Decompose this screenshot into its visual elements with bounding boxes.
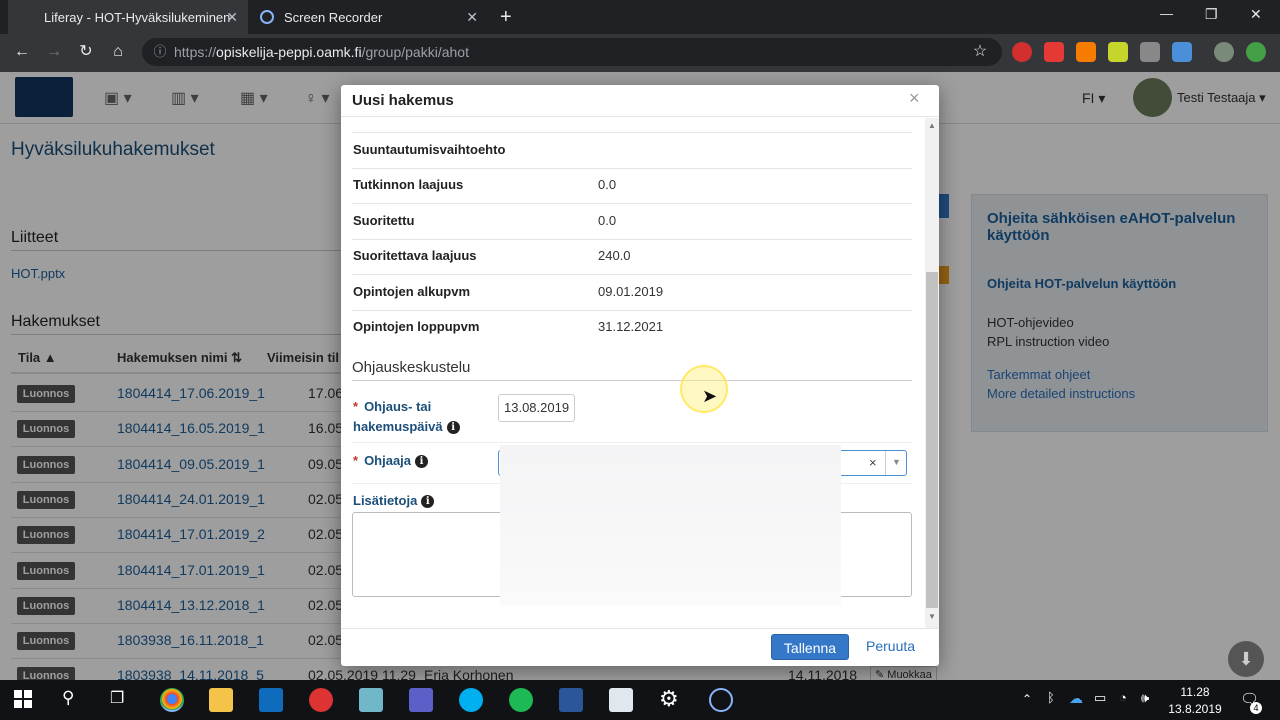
adblock-icon[interactable] bbox=[1012, 42, 1032, 62]
section-heading: Ohjauskeskustelu bbox=[352, 359, 471, 376]
mouse-cursor-icon: ➤ bbox=[702, 386, 718, 406]
clock[interactable]: 11.28 13.8.2019 bbox=[1168, 684, 1222, 718]
spotify-icon[interactable] bbox=[509, 688, 533, 712]
url-prefix: https:// bbox=[174, 44, 217, 60]
extra-info-label: Lisätietoja i bbox=[353, 493, 435, 509]
task-view-icon[interactable]: ❐ bbox=[110, 688, 124, 708]
extension-icon[interactable] bbox=[1044, 42, 1064, 62]
modal-title: Uusi hakemus bbox=[352, 92, 454, 109]
field-value: 0.0 bbox=[598, 213, 617, 228]
minimize-button[interactable]: — bbox=[1160, 6, 1173, 21]
field-label: Opintojen alkupvm bbox=[353, 284, 471, 299]
scroll-down-arrow[interactable]: ▼ bbox=[928, 612, 936, 621]
settings-gear-icon[interactable]: ⚙ bbox=[659, 686, 679, 712]
label-text: Lisätietoja bbox=[353, 493, 418, 508]
modal-footer-divider bbox=[341, 628, 939, 629]
window-close-button[interactable]: ✕ bbox=[1250, 6, 1262, 23]
field-value: 31.12.2021 bbox=[598, 319, 664, 334]
cancel-button[interactable]: Peruuta bbox=[866, 638, 915, 654]
divider bbox=[352, 310, 912, 311]
divider bbox=[352, 132, 912, 133]
extension-icon[interactable] bbox=[1140, 42, 1160, 62]
snip-icon[interactable] bbox=[309, 688, 333, 712]
reload-icon[interactable]: ↻ bbox=[76, 42, 96, 62]
divider bbox=[352, 380, 912, 381]
divider bbox=[352, 203, 912, 204]
field-label: Suoritettava laajuus bbox=[353, 248, 477, 263]
recorder-icon bbox=[260, 10, 274, 24]
url-path: /group/pakki/ahot bbox=[361, 44, 469, 60]
back-icon[interactable]: ← bbox=[12, 42, 32, 62]
scroll-down-icon[interactable]: ⬇ bbox=[1228, 641, 1264, 677]
field-label: Tutkinnon laajuus bbox=[353, 177, 464, 192]
app-icon[interactable] bbox=[359, 688, 383, 712]
tab-title: Screen Recorder bbox=[284, 9, 383, 25]
info-icon[interactable]: i bbox=[446, 421, 460, 435]
supervisor-label: * Ohjaaja i bbox=[353, 453, 429, 469]
notepad-icon[interactable] bbox=[609, 688, 633, 712]
start-icon[interactable] bbox=[14, 690, 32, 708]
tab-liferay[interactable]: Liferay - HOT-Hyväksilukeminen ✕ bbox=[8, 0, 248, 34]
notification-count: 4 bbox=[1250, 702, 1262, 714]
divider bbox=[352, 442, 912, 443]
chevron-down-icon[interactable]: ▼ bbox=[892, 457, 901, 467]
taskbar bbox=[0, 680, 1280, 720]
divider bbox=[352, 168, 912, 169]
search-icon[interactable]: ⚲ bbox=[62, 688, 74, 708]
field-value: 240.0 bbox=[598, 248, 631, 263]
save-button[interactable]: Tallenna bbox=[771, 634, 849, 660]
word-icon[interactable] bbox=[559, 688, 583, 712]
close-icon[interactable]: × bbox=[909, 88, 920, 109]
label-text: Ohjaus- tai hakemuspäivä bbox=[353, 399, 443, 434]
separator bbox=[885, 451, 886, 475]
scroll-up-arrow[interactable]: ▲ bbox=[928, 121, 936, 130]
restore-button[interactable]: ❐ bbox=[1205, 6, 1218, 23]
clear-icon[interactable]: × bbox=[869, 455, 877, 470]
file-explorer-icon[interactable] bbox=[209, 688, 233, 712]
home-icon[interactable]: ⌂ bbox=[108, 42, 128, 62]
extension-icon[interactable] bbox=[1108, 42, 1128, 62]
field-label: Opintojen loppupvm bbox=[353, 319, 480, 334]
clock-date: 13.8.2019 bbox=[1168, 702, 1222, 716]
onedrive-icon[interactable]: ☁ bbox=[1069, 690, 1083, 707]
field-label: Suoritettu bbox=[353, 213, 415, 228]
info-icon[interactable]: ⓘ bbox=[150, 42, 170, 62]
field-value: 0.0 bbox=[598, 177, 617, 192]
new-tab-button[interactable]: + bbox=[500, 6, 512, 29]
tab-screen-recorder[interactable]: Screen Recorder ✕ bbox=[248, 0, 488, 34]
volume-icon[interactable]: 🕪 bbox=[1141, 690, 1149, 706]
address-bar[interactable]: https://opiskelija-peppi.oamk.fi/group/p… bbox=[142, 38, 1002, 66]
info-icon[interactable]: i bbox=[421, 495, 435, 509]
outlook-icon[interactable] bbox=[259, 688, 283, 712]
supervisor-dropdown[interactable] bbox=[500, 445, 841, 605]
tray-chevron-icon[interactable]: ⌃ bbox=[1022, 692, 1032, 706]
update-icon[interactable] bbox=[1246, 42, 1266, 62]
guidance-date-label: * Ohjaus- tai hakemuspäivä i bbox=[353, 397, 483, 437]
guidance-date-input[interactable]: 13.08.2019 bbox=[498, 394, 575, 422]
bluetooth-icon[interactable]: ᛒ bbox=[1047, 690, 1055, 705]
divider bbox=[352, 274, 912, 275]
tab-title: Liferay - HOT-Hyväksilukeminen bbox=[44, 9, 231, 25]
url-host: opiskelija-peppi.oamk.fi bbox=[216, 44, 362, 60]
close-tab-icon[interactable]: ✕ bbox=[466, 9, 478, 26]
scrollbar-thumb[interactable] bbox=[926, 272, 938, 608]
info-icon[interactable]: i bbox=[415, 455, 429, 469]
profile-avatar-icon[interactable] bbox=[1214, 42, 1234, 62]
chrome-icon[interactable] bbox=[160, 688, 184, 712]
wifi-icon[interactable]: ◔ bbox=[1119, 690, 1127, 705]
bookmark-star-icon[interactable]: ☆ bbox=[970, 42, 990, 62]
clock-time: 11.28 bbox=[1180, 685, 1210, 699]
divider bbox=[352, 239, 912, 240]
battery-icon[interactable]: ▭ bbox=[1094, 690, 1106, 706]
screen-recorder-icon[interactable] bbox=[709, 688, 733, 712]
teams-icon[interactable] bbox=[409, 688, 433, 712]
rss-icon[interactable] bbox=[1076, 42, 1096, 62]
close-tab-icon[interactable]: ✕ bbox=[226, 9, 238, 26]
field-label: Suuntautumisvaihtoehto bbox=[353, 142, 506, 157]
label-text: Ohjaaja bbox=[364, 453, 412, 468]
skype-icon[interactable] bbox=[459, 688, 483, 712]
field-value: 09.01.2019 bbox=[598, 284, 664, 299]
extension-icon[interactable] bbox=[1172, 42, 1192, 62]
forward-icon[interactable]: → bbox=[44, 42, 64, 62]
